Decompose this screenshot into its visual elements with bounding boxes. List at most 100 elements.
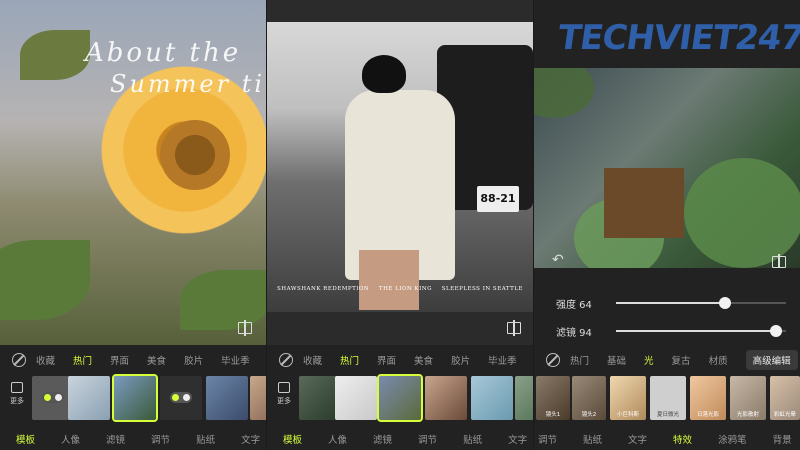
tab-basic[interactable]: 基础 [607,353,626,367]
tab-favorites[interactable]: 收藏 [36,353,55,367]
bottom-nav: 调节 贴纸 文字 特效 涂鸦笔 背景 智 [534,428,800,450]
more-button[interactable]: 更多 [6,382,28,406]
tab-popular[interactable]: 热门 [340,353,359,367]
compare-icon[interactable] [507,320,521,336]
more-icon [278,382,290,393]
tab-popular[interactable]: 热门 [570,353,589,367]
more-label: 更多 [10,397,24,405]
hat [362,55,406,93]
plant [534,68,594,118]
slider-thumb[interactable] [718,297,731,309]
nav-template[interactable]: 模板 [283,432,302,446]
nav-portrait[interactable]: 人像 [328,432,347,446]
caption-3: SLEEPLESS IN SEATTLE [441,286,523,292]
tab-graduation[interactable]: 毕业季 [488,353,517,367]
tab-film[interactable]: 胶片 [184,353,203,367]
template-thumb-selected[interactable] [112,374,158,422]
effect-thumb-label: 彩虹光晕 [773,412,796,418]
nav-adjust[interactable]: 调节 [151,432,170,446]
effect-thumb-label: 镜头1 [545,412,561,418]
nav-background[interactable]: 背景 [773,432,792,446]
more-button[interactable]: 更多 [273,382,295,406]
tab-interface[interactable]: 界面 [377,353,396,367]
tab-food[interactable]: 美食 [147,353,166,367]
plant-shop-photo [534,68,800,268]
template-thumb[interactable] [515,376,533,420]
license-plate: 88-21 [477,186,519,212]
template-thumb[interactable] [250,376,266,420]
template-thumb-selected[interactable] [377,374,423,422]
tab-retro[interactable]: 复古 [672,353,691,367]
template-thumb[interactable] [471,376,513,420]
nav-text[interactable]: 文字 [628,432,647,446]
slider-intensity[interactable]: 强度 64 [556,293,786,313]
watermark-logo: TECHVIET247 [555,18,800,58]
effect-thumb-label: 日落光影 [696,412,719,418]
undo-icon[interactable]: ↶ [552,252,564,268]
effect-thumb[interactable]: 夏日微光 [650,376,686,420]
tab-food[interactable]: 美食 [414,353,433,367]
template-thumb[interactable] [68,376,110,420]
slider-thumb[interactable] [769,325,782,337]
nav-filter[interactable]: 滤镜 [373,432,392,446]
more-label: 更多 [277,397,291,405]
effect-thumb[interactable]: 镜头1 [536,376,570,420]
effect-thumb[interactable]: 小巨科斯 [610,376,646,420]
nav-doodle[interactable]: 涂鸦笔 [718,432,747,446]
no-effect-icon[interactable] [546,353,560,367]
nav-adjust[interactable]: 调节 [418,432,437,446]
leaf [180,270,266,330]
movie-captions: SHAWSHANK REDEMPTION THE LION KING SLEEP… [277,286,523,292]
nav-text[interactable]: 文字 [508,432,527,446]
tab-graduation[interactable]: 毕业季 [221,353,250,367]
effect-thumb[interactable]: 光影散射 [730,376,766,420]
effect-thumb[interactable]: 日落光影 [690,376,726,420]
tab-film[interactable]: 胶片 [451,353,470,367]
toggle-icon [170,392,192,403]
nav-portrait[interactable]: 人像 [61,432,80,446]
nav-sticker[interactable]: 贴纸 [196,432,215,446]
panel-template-street: 88-21 SHAWSHANK REDEMPTION THE LION KING… [267,0,533,450]
nav-adjust[interactable]: 调节 [538,432,557,446]
slider-fill [616,330,776,332]
photo-text-line2: Summer ti [110,70,266,98]
sunflower-photo: About the Summer ti [0,0,266,345]
compare-icon[interactable] [238,320,252,336]
slider-track[interactable] [616,297,786,309]
tab-texture[interactable]: 材质 [709,353,728,367]
template-thumb[interactable] [425,376,467,420]
tab-light[interactable]: 光 [644,353,654,367]
effect-thumb[interactable]: 镜头2 [572,376,606,420]
template-thumb[interactable] [206,376,248,420]
effect-thumb-label: 光影散射 [736,412,759,418]
template-thumb[interactable] [160,376,202,420]
template-thumbnails: 更多 [267,374,533,422]
leaf [0,240,90,320]
slider-filter[interactable]: 滤镜 94 [556,321,786,341]
effect-thumb[interactable]: 彩虹光晕 [770,376,800,420]
slider-filter-label: 滤镜 94 [556,327,592,339]
tab-popular[interactable]: 热门 [73,353,92,367]
nav-template[interactable]: 模板 [16,432,35,446]
advanced-edit-button[interactable]: 高级编辑 [745,350,798,370]
legs [359,250,419,310]
no-filter-icon[interactable] [279,353,293,367]
nav-sticker[interactable]: 贴纸 [583,432,602,446]
slider-intensity-label: 强度 64 [556,299,592,311]
nav-filter[interactable]: 滤镜 [106,432,125,446]
nav-text[interactable]: 文字 [241,432,260,446]
category-tabs: 收藏 热门 界面 美食 胶片 毕业季 [0,350,266,370]
tab-favorites[interactable]: 收藏 [303,353,322,367]
compare-icon[interactable] [772,254,786,270]
template-thumb[interactable] [335,376,377,420]
nav-sticker[interactable]: 贴纸 [463,432,482,446]
nav-effects[interactable]: 特效 [673,432,692,446]
effect-category-tabs: 热门 基础 光 复古 材质 高级编辑 [534,350,800,370]
tab-interface[interactable]: 界面 [110,353,129,367]
effect-thumb-label: 镜头2 [581,412,597,418]
sunflower-center [160,120,230,190]
plant [684,158,800,268]
slider-fill [616,302,725,304]
slider-track[interactable] [616,325,786,337]
no-filter-icon[interactable] [12,353,26,367]
